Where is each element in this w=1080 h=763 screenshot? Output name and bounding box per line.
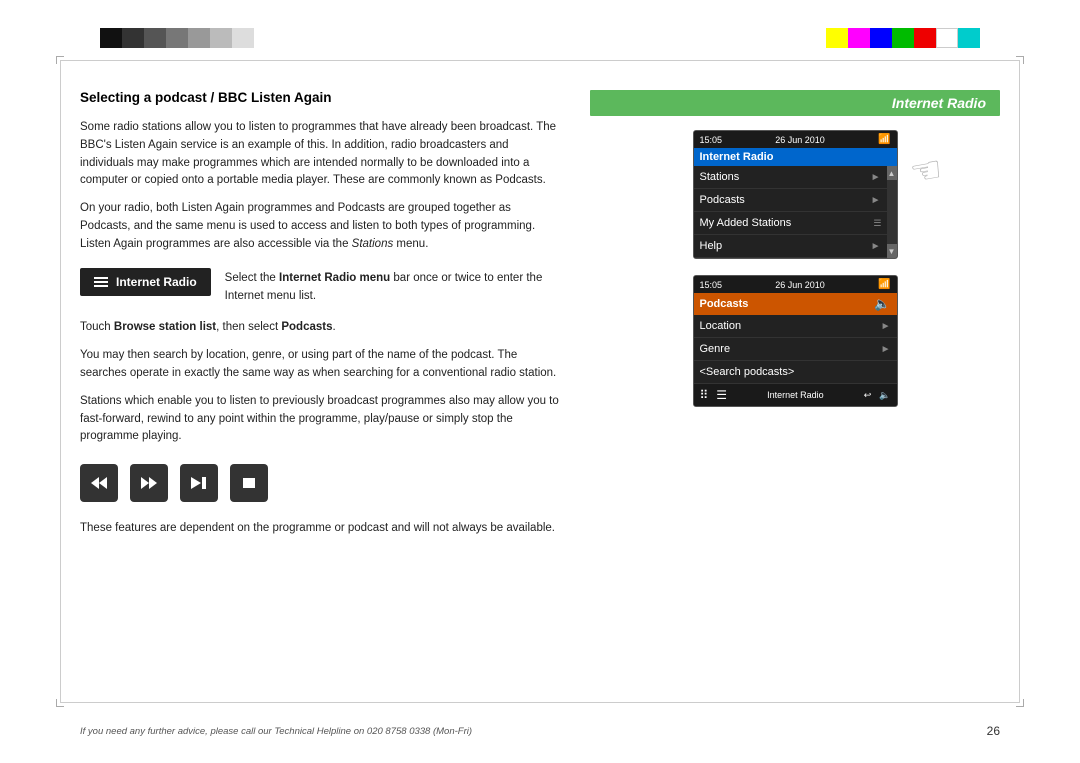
color-swatch: [914, 28, 936, 48]
rewind-button[interactable]: [80, 464, 118, 502]
device-screen-2: 15:05 26 Jun 2010 📶 Podcasts 🔈 Location: [693, 275, 898, 407]
internet-radio-button[interactable]: Internet Radio: [80, 268, 211, 296]
wifi-icon-1: 📶: [878, 134, 890, 145]
color-swatch: [936, 28, 958, 48]
device-screen-1: 15:05 26 Jun 2010 📶 Internet Radio Stati…: [693, 130, 898, 259]
left-column: Selecting a podcast / BBC Listen Again S…: [80, 80, 560, 688]
content-area: Selecting a podcast / BBC Listen Again S…: [80, 80, 1000, 688]
footer-icons: ⠿ ☰: [700, 388, 728, 402]
ir-button-label: Internet Radio: [116, 275, 197, 289]
fast-forward-button[interactable]: [130, 464, 168, 502]
back-icon: ↩: [864, 390, 872, 401]
hand-pointer-icon: ☞: [907, 148, 946, 195]
podcasts-header: Podcasts 🔈: [694, 293, 897, 315]
arrow-icon: ►: [871, 172, 881, 183]
page-border-left: [60, 60, 61, 703]
menu-item-my-added-stations[interactable]: My Added Stations ☰: [694, 212, 887, 235]
wifi-icon-2: 📶: [878, 279, 890, 290]
right-column: Internet Radio 15:05 26 Jun 2010 📶 Inter…: [590, 80, 1000, 688]
color-swatch: [122, 28, 144, 48]
volume-icon: 🔈: [879, 390, 890, 401]
page-border-bottom: [60, 702, 1020, 703]
device-menu-list-1: Stations ► Podcasts ► My Added Stations …: [694, 166, 887, 258]
footer-label: Internet Radio: [767, 390, 824, 400]
color-bar-right: [826, 28, 980, 48]
color-swatch: [892, 28, 914, 48]
color-swatch: [870, 28, 892, 48]
menu-with-scrollbar: Stations ► Podcasts ► My Added Stations …: [694, 166, 897, 258]
arrow-icon: ►: [871, 195, 881, 206]
menu-icon: [94, 277, 108, 287]
ir-button-description: Select the Internet Radio menu bar once …: [225, 268, 560, 306]
internet-radio-header: Internet Radio: [590, 90, 1000, 116]
arrow-icon: ►: [871, 241, 881, 252]
device-time-2: 15:05: [700, 280, 723, 290]
paragraph-1: Some radio stations allow you to listen …: [80, 119, 560, 190]
corner-mark-tl: [56, 56, 64, 64]
color-swatch: [958, 28, 980, 48]
footer-area: If you need any further advice, please c…: [80, 724, 1000, 738]
browse-instruction: Touch Browse station list, then select P…: [80, 319, 560, 337]
footer-right-icons: ↩ 🔈: [864, 390, 891, 401]
menu-dots-icon: ⠿: [700, 388, 709, 402]
scroll-up[interactable]: ▲: [887, 166, 897, 180]
menu-item-genre[interactable]: Genre ►: [694, 338, 897, 361]
color-swatch: [232, 28, 254, 48]
helpline-text: If you need any further advice, please c…: [80, 726, 472, 737]
menu-item-podcasts[interactable]: Podcasts ►: [694, 189, 887, 212]
menu-item-help[interactable]: Help ►: [694, 235, 887, 258]
corner-mark-br: [1016, 699, 1024, 707]
section-title: Selecting a podcast / BBC Listen Again: [80, 90, 560, 105]
color-bar-left: [100, 28, 254, 48]
color-swatch: [826, 28, 848, 48]
scrollbar-1: ▲ ▼: [887, 166, 897, 258]
device-time-1: 15:05: [700, 135, 723, 145]
podcasts-menu-wrapper: Location ► Genre ► <Search podcasts>: [694, 315, 897, 384]
menu-item-location[interactable]: Location ►: [694, 315, 897, 338]
color-swatch: [188, 28, 210, 48]
device-date-2: 26 Jun 2010: [775, 280, 825, 290]
device-status-bar-2: 15:05 26 Jun 2010 📶: [694, 276, 897, 293]
screens-container: 15:05 26 Jun 2010 📶 Internet Radio Stati…: [693, 130, 898, 417]
page-number: 26: [987, 724, 1000, 738]
color-swatch: [100, 28, 122, 48]
color-swatch: [848, 28, 870, 48]
podcasts-menu-list: Location ► Genre ► <Search podcasts>: [694, 315, 897, 384]
lines-icon: ☰: [873, 218, 880, 229]
paragraph-4: Stations which enable you to listen to p…: [80, 393, 560, 446]
device-header-1: Internet Radio: [694, 148, 897, 166]
speaker-icon: 🔈: [874, 296, 890, 312]
transport-note: These features are dependent on the prog…: [80, 520, 560, 538]
paragraph-2: On your radio, both Listen Again program…: [80, 200, 560, 253]
color-swatch: [144, 28, 166, 48]
ir-button-row: Internet Radio Select the Internet Radio…: [80, 268, 560, 306]
paragraph-3: You may then search by location, genre, …: [80, 347, 560, 383]
step-forward-button[interactable]: [180, 464, 218, 502]
menu-item-stations[interactable]: Stations ►: [694, 166, 887, 189]
device-status-bar-1: 15:05 26 Jun 2010 📶: [694, 131, 897, 148]
transport-controls: [80, 464, 560, 502]
screen2-wrapper: 15:05 26 Jun 2010 📶 Podcasts 🔈 Location: [693, 275, 898, 417]
corner-mark-tr: [1016, 56, 1024, 64]
color-swatch: [210, 28, 232, 48]
screen1-wrapper: 15:05 26 Jun 2010 📶 Internet Radio Stati…: [693, 130, 898, 269]
arrow-icon: ►: [881, 321, 891, 332]
device-date-1: 26 Jun 2010: [775, 135, 825, 145]
device-footer: ⠿ ☰ Internet Radio ↩ 🔈: [694, 384, 897, 406]
stop-button[interactable]: [230, 464, 268, 502]
corner-mark-bl: [56, 699, 64, 707]
color-swatch: [166, 28, 188, 48]
page-border-right: [1019, 60, 1020, 703]
page-border-top: [60, 60, 1020, 61]
arrow-icon: ►: [881, 344, 891, 355]
menu-item-search-podcasts[interactable]: <Search podcasts>: [694, 361, 897, 384]
menu-lines-icon: ☰: [716, 388, 727, 402]
scroll-down[interactable]: ▼: [887, 244, 897, 258]
